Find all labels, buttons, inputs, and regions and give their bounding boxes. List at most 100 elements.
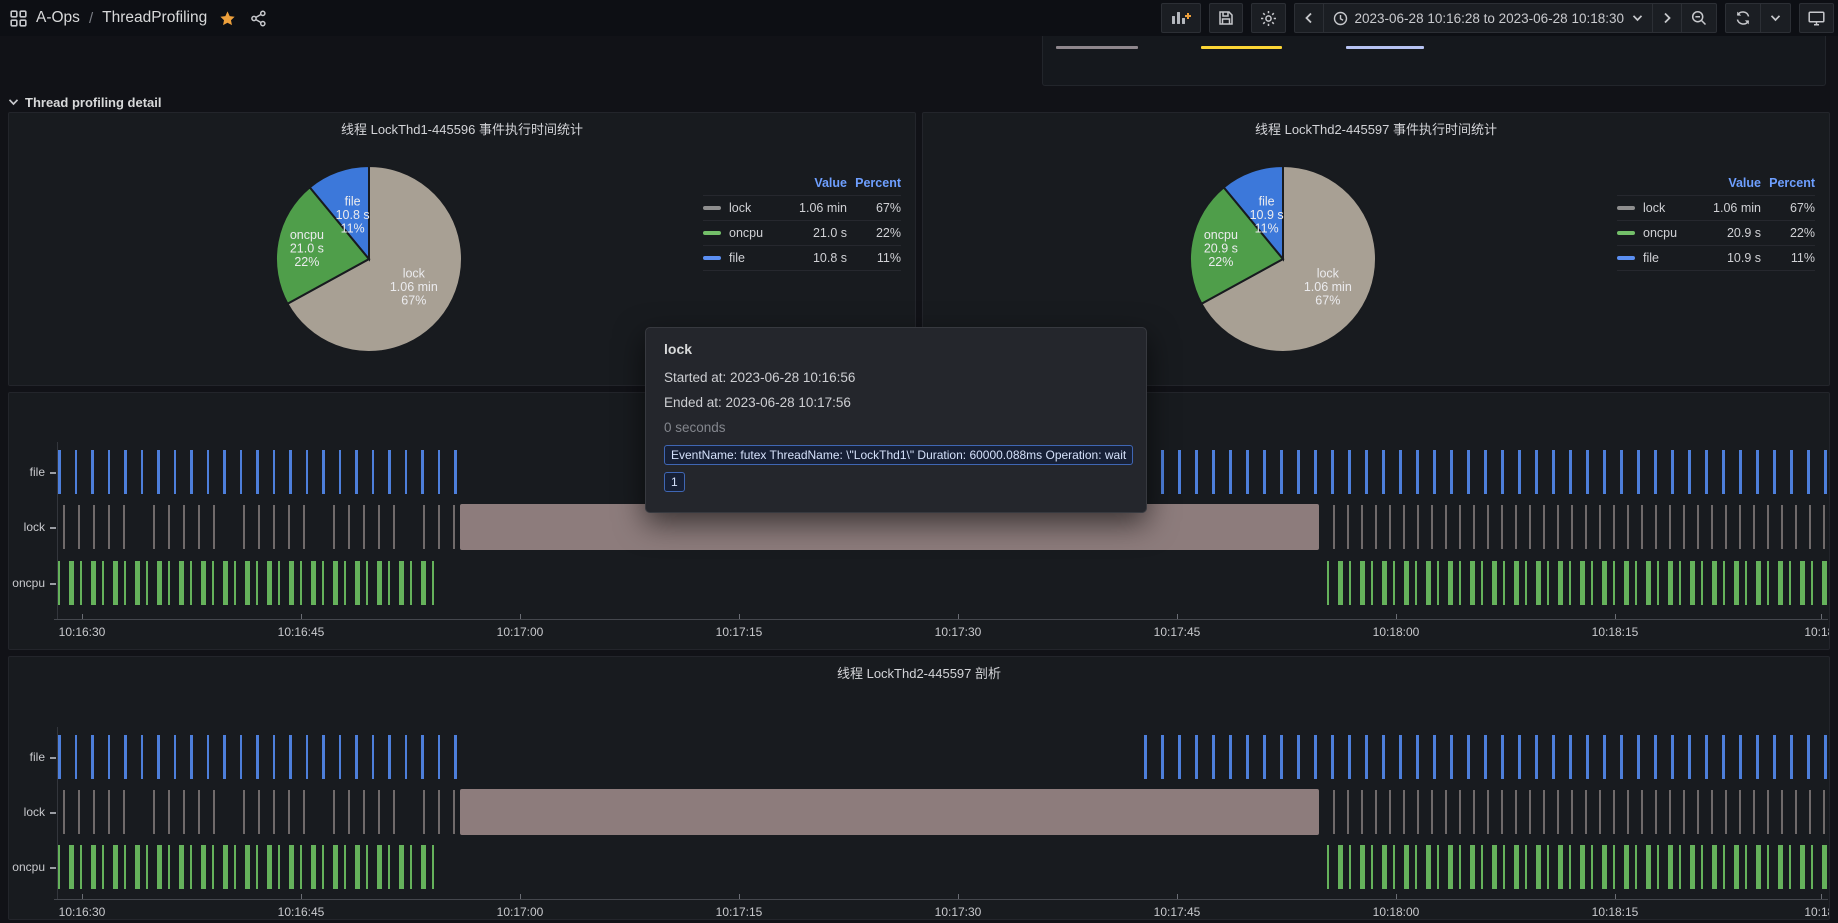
event-bar-file[interactable] <box>339 450 342 494</box>
event-bar-lock[interactable] <box>1515 790 1517 834</box>
event-bar-lock[interactable] <box>1669 505 1671 549</box>
event-bar-file[interactable] <box>1807 735 1810 779</box>
event-bar-oncpu[interactable] <box>1668 845 1673 889</box>
event-bar-file[interactable] <box>1348 450 1351 494</box>
event-bar-lock[interactable] <box>63 505 65 549</box>
event-bar-oncpu[interactable] <box>1811 845 1813 889</box>
event-bar-oncpu[interactable] <box>1701 845 1703 889</box>
event-bar-file[interactable] <box>1773 735 1776 779</box>
event-bar-file[interactable] <box>141 450 144 494</box>
event-bar-oncpu[interactable] <box>80 561 82 605</box>
event-bar-oncpu[interactable] <box>267 845 272 889</box>
event-bar-oncpu[interactable] <box>1679 845 1681 889</box>
event-bar-oncpu[interactable] <box>69 845 74 889</box>
event-bar-oncpu[interactable] <box>1756 845 1761 889</box>
event-bar-lock[interactable] <box>1599 790 1601 834</box>
event-bar-file[interactable] <box>240 450 243 494</box>
event-bar-file[interactable] <box>1586 450 1589 494</box>
event-bar-file[interactable] <box>223 735 226 779</box>
lock-wait-block[interactable] <box>460 789 1319 835</box>
event-bar-lock[interactable] <box>1347 505 1349 549</box>
event-bar-file[interactable] <box>1467 450 1470 494</box>
event-bar-oncpu[interactable] <box>168 561 170 605</box>
event-bar-file[interactable] <box>1161 735 1164 779</box>
event-bar-file[interactable] <box>1331 450 1334 494</box>
panel-title[interactable]: 线程 LockThd2-445597 剖析 <box>9 663 1829 682</box>
event-bar-oncpu[interactable] <box>91 845 96 889</box>
event-bar-oncpu[interactable] <box>1712 845 1717 889</box>
event-bar-file[interactable] <box>339 735 342 779</box>
event-bar-file[interactable] <box>1348 735 1351 779</box>
event-bar-lock[interactable] <box>1809 790 1811 834</box>
event-bar-file[interactable] <box>1756 450 1759 494</box>
event-bar-file[interactable] <box>1824 450 1827 494</box>
event-bar-file[interactable] <box>1433 735 1436 779</box>
event-bar-oncpu[interactable] <box>1547 561 1549 605</box>
event-bar-lock[interactable] <box>1375 790 1377 834</box>
event-bar-lock[interactable] <box>1655 505 1657 549</box>
event-bar-lock[interactable] <box>123 505 125 549</box>
event-bar-file[interactable] <box>1314 450 1317 494</box>
event-bar-oncpu[interactable] <box>1690 845 1695 889</box>
event-bar-lock[interactable] <box>1431 790 1433 834</box>
event-bar-file[interactable] <box>1212 735 1215 779</box>
event-bar-lock[interactable] <box>363 790 365 834</box>
event-bar-oncpu[interactable] <box>212 561 214 605</box>
event-bar-oncpu[interactable] <box>1437 845 1439 889</box>
event-bar-oncpu[interactable] <box>1778 845 1783 889</box>
event-bar-oncpu[interactable] <box>58 845 60 889</box>
event-bar-lock[interactable] <box>213 505 215 549</box>
event-bar-file[interactable] <box>124 735 127 779</box>
event-bar-file[interactable] <box>372 735 375 779</box>
event-bar-lock[interactable] <box>393 790 395 834</box>
event-bar-oncpu[interactable] <box>1646 561 1651 605</box>
event-bar-file[interactable] <box>91 735 94 779</box>
event-bar-oncpu[interactable] <box>113 561 118 605</box>
event-bar-lock[interactable] <box>1473 505 1475 549</box>
event-bar-lock[interactable] <box>153 790 155 834</box>
event-bar-file[interactable] <box>1756 735 1759 779</box>
event-bar-oncpu[interactable] <box>69 561 74 605</box>
event-bar-oncpu[interactable] <box>333 845 338 889</box>
panel-timeline-lockthd2[interactable]: 线程 LockThd2-445597 剖析 filelockoncpu10:16… <box>8 656 1830 920</box>
event-bar-oncpu[interactable] <box>1415 561 1417 605</box>
event-bar-oncpu[interactable] <box>1371 561 1373 605</box>
event-bar-oncpu[interactable] <box>1723 845 1725 889</box>
event-bar-oncpu[interactable] <box>80 845 82 889</box>
event-bar-oncpu[interactable] <box>179 561 184 605</box>
event-bar-file[interactable] <box>207 450 210 494</box>
event-bar-oncpu[interactable] <box>421 845 426 889</box>
event-bar-lock[interactable] <box>1389 505 1391 549</box>
event-bar-lock[interactable] <box>453 505 455 549</box>
event-bar-file[interactable] <box>1195 450 1198 494</box>
event-bar-lock[interactable] <box>1333 790 1335 834</box>
event-bar-lock[interactable] <box>153 505 155 549</box>
refresh-button[interactable] <box>1726 4 1760 32</box>
event-bar-lock[interactable] <box>1655 790 1657 834</box>
event-bar-lock[interactable] <box>78 790 80 834</box>
event-bar-lock[interactable] <box>1543 790 1545 834</box>
event-bar-oncpu[interactable] <box>135 845 140 889</box>
event-bar-lock[interactable] <box>1347 790 1349 834</box>
event-bar-lock[interactable] <box>1487 790 1489 834</box>
event-bar-file[interactable] <box>141 735 144 779</box>
event-bar-oncpu[interactable] <box>1767 845 1769 889</box>
event-bar-file[interactable] <box>1263 735 1266 779</box>
event-bar-oncpu[interactable] <box>1602 561 1607 605</box>
event-bar-file[interactable] <box>405 450 408 494</box>
event-bar-oncpu[interactable] <box>1327 561 1329 605</box>
event-bar-lock[interactable] <box>1501 790 1503 834</box>
event-bar-oncpu[interactable] <box>1514 845 1519 889</box>
row-toggle-thread-profiling-detail[interactable]: Thread profiling detail <box>8 92 162 112</box>
event-bar-file[interactable] <box>207 735 210 779</box>
event-bar-oncpu[interactable] <box>1591 561 1593 605</box>
breadcrumb-app[interactable]: A-Ops <box>36 9 80 27</box>
event-bar-lock[interactable] <box>1557 790 1559 834</box>
event-bar-oncpu[interactable] <box>410 561 412 605</box>
event-bar-file[interactable] <box>1246 735 1249 779</box>
event-bar-file[interactable] <box>1467 735 1470 779</box>
event-bar-lock[interactable] <box>1795 790 1797 834</box>
event-bar-file[interactable] <box>1637 450 1640 494</box>
event-bar-file[interactable] <box>157 735 160 779</box>
event-bar-oncpu[interactable] <box>146 561 148 605</box>
